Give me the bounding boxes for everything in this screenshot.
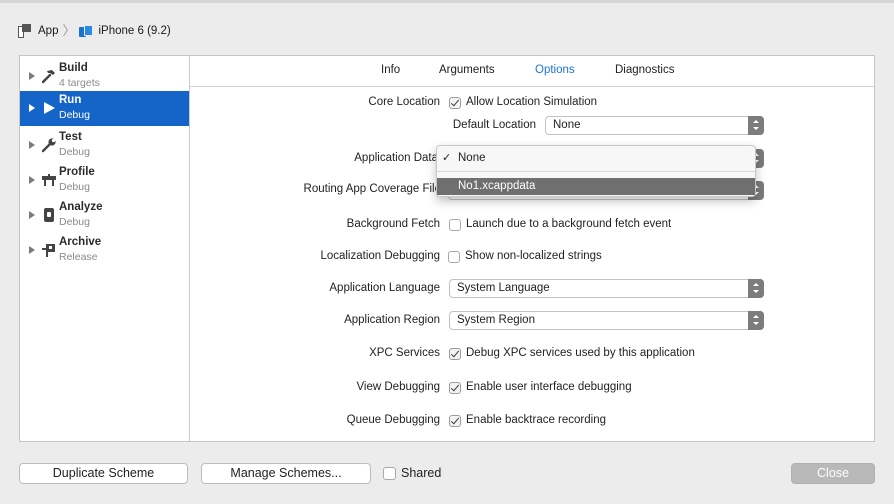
menu-item-no1-xcappdata[interactable]: No1.xcappdata xyxy=(437,178,755,195)
allow-location-simulation-text: Allow Location Simulation xyxy=(466,96,598,108)
xpc-services-label: XPC Services xyxy=(369,347,440,359)
sidebar-item-test[interactable]: Test Debug xyxy=(20,128,189,163)
disclosure-triangle-icon[interactable] xyxy=(29,211,35,219)
disclosure-triangle-icon[interactable] xyxy=(29,246,35,254)
select-arrows-icon xyxy=(748,279,764,298)
sidebar-item-sublabel: 4 targets xyxy=(59,77,100,89)
disclosure-triangle-icon[interactable] xyxy=(29,72,35,80)
disclosure-triangle-icon[interactable] xyxy=(29,176,35,184)
application-data-label: Application Data xyxy=(354,152,438,164)
application-region-value: System Region xyxy=(457,314,535,326)
show-non-localized-checkbox[interactable] xyxy=(448,251,460,263)
manage-schemes-button[interactable]: Manage Schemes... xyxy=(201,463,371,484)
sidebar-item-label: Test xyxy=(59,131,82,143)
sidebar-item-sublabel: Release xyxy=(59,251,98,263)
hammer-icon xyxy=(41,68,57,84)
sidebar-item-sublabel: Debug xyxy=(59,216,90,228)
sidebar-item-sublabel: Debug xyxy=(59,181,90,193)
default-location-select[interactable]: None xyxy=(545,116,764,135)
breadcrumb-separator: 〉 xyxy=(62,23,76,38)
checkmark-icon: ✓ xyxy=(442,152,452,164)
archive-icon xyxy=(41,242,57,258)
menu-item-label: No1.xcappdata xyxy=(458,180,536,192)
backtrace-recording-text: Enable backtrace recording xyxy=(466,414,606,426)
select-arrows-icon xyxy=(748,116,764,135)
background-fetch-text: Launch due to a background fetch event xyxy=(466,218,672,230)
application-language-select[interactable]: System Language xyxy=(449,279,764,298)
sidebar-item-run[interactable]: Run Debug xyxy=(20,91,189,126)
disclosure-triangle-icon[interactable] xyxy=(29,141,35,149)
application-language-label: Application Language xyxy=(329,282,440,294)
analyze-icon xyxy=(41,207,57,223)
sidebar-item-label: Analyze xyxy=(59,201,103,213)
sidebar-item-archive[interactable]: Archive Release xyxy=(20,233,189,268)
device-icon xyxy=(79,25,94,37)
shared-label: Shared xyxy=(401,466,442,480)
tab-options[interactable]: Options xyxy=(535,64,575,76)
menu-item-none[interactable]: ✓ None xyxy=(437,150,755,167)
breadcrumb-device[interactable]: iPhone 6 (9.2) xyxy=(98,25,170,37)
duplicate-scheme-button[interactable]: Duplicate Scheme xyxy=(19,463,188,484)
sidebar-item-sublabel: Debug xyxy=(59,109,90,121)
view-debugging-label: View Debugging xyxy=(356,381,440,393)
backtrace-recording-checkbox[interactable] xyxy=(449,415,461,427)
application-data-popup-menu: ✓ None No1.xcappdata xyxy=(436,145,756,197)
breadcrumb: App 〉 iPhone 6 (9.2) xyxy=(18,23,171,39)
breadcrumb-app[interactable]: App xyxy=(38,25,58,37)
options-content: Info Arguments Options Diagnostics Core … xyxy=(190,56,874,441)
ui-debugging-text: Enable user interface debugging xyxy=(466,381,632,393)
localization-debugging-label: Localization Debugging xyxy=(320,250,440,262)
show-non-localized-text: Show non-localized strings xyxy=(465,250,602,262)
sidebar-item-label: Archive xyxy=(59,236,102,248)
sidebar-item-build[interactable]: Build 4 targets xyxy=(20,59,189,94)
wrench-icon xyxy=(41,137,57,153)
tab-info[interactable]: Info xyxy=(381,64,400,76)
app-target-icon xyxy=(18,24,32,38)
application-language-value: System Language xyxy=(457,282,550,294)
tab-diagnostics[interactable]: Diagnostics xyxy=(615,64,674,76)
sidebar-item-sublabel: Debug xyxy=(59,146,90,158)
sidebar-item-analyze[interactable]: Analyze Debug xyxy=(20,198,189,233)
default-location-value: None xyxy=(553,119,581,131)
core-location-label: Core Location xyxy=(368,96,440,108)
instruments-icon xyxy=(41,172,57,188)
scheme-action-sidebar: Build 4 targets Run Debug Test Debug Pro… xyxy=(20,56,190,441)
play-icon xyxy=(41,100,57,116)
application-region-label: Application Region xyxy=(344,314,440,326)
disclosure-triangle-icon[interactable] xyxy=(29,104,35,112)
debug-xpc-text: Debug XPC services used by this applicat… xyxy=(466,347,695,359)
routing-coverage-label: Routing App Coverage File xyxy=(303,183,441,195)
menu-item-label: None xyxy=(458,152,486,164)
debug-xpc-checkbox[interactable] xyxy=(449,348,461,360)
shared-checkbox[interactable] xyxy=(383,467,396,480)
scheme-editor-panel: Build 4 targets Run Debug Test Debug Pro… xyxy=(19,55,875,442)
ui-debugging-checkbox[interactable] xyxy=(449,382,461,394)
sidebar-item-label: Run xyxy=(59,94,82,106)
tab-arguments[interactable]: Arguments xyxy=(439,64,495,76)
window-top-edge xyxy=(0,0,894,3)
sidebar-item-label: Build xyxy=(59,62,88,74)
allow-location-simulation-checkbox[interactable] xyxy=(449,97,461,109)
queue-debugging-label: Queue Debugging xyxy=(346,414,440,426)
application-region-select[interactable]: System Region xyxy=(449,311,764,330)
close-button[interactable]: Close xyxy=(791,463,875,484)
tab-bar: Info Arguments Options Diagnostics xyxy=(190,56,874,87)
menu-separator xyxy=(437,171,755,172)
sidebar-item-profile[interactable]: Profile Debug xyxy=(20,163,189,198)
sidebar-item-label: Profile xyxy=(59,166,95,178)
background-fetch-checkbox[interactable] xyxy=(449,219,461,231)
background-fetch-label: Background Fetch xyxy=(346,218,440,230)
select-arrows-icon xyxy=(748,311,764,330)
default-location-label: Default Location xyxy=(452,119,536,131)
